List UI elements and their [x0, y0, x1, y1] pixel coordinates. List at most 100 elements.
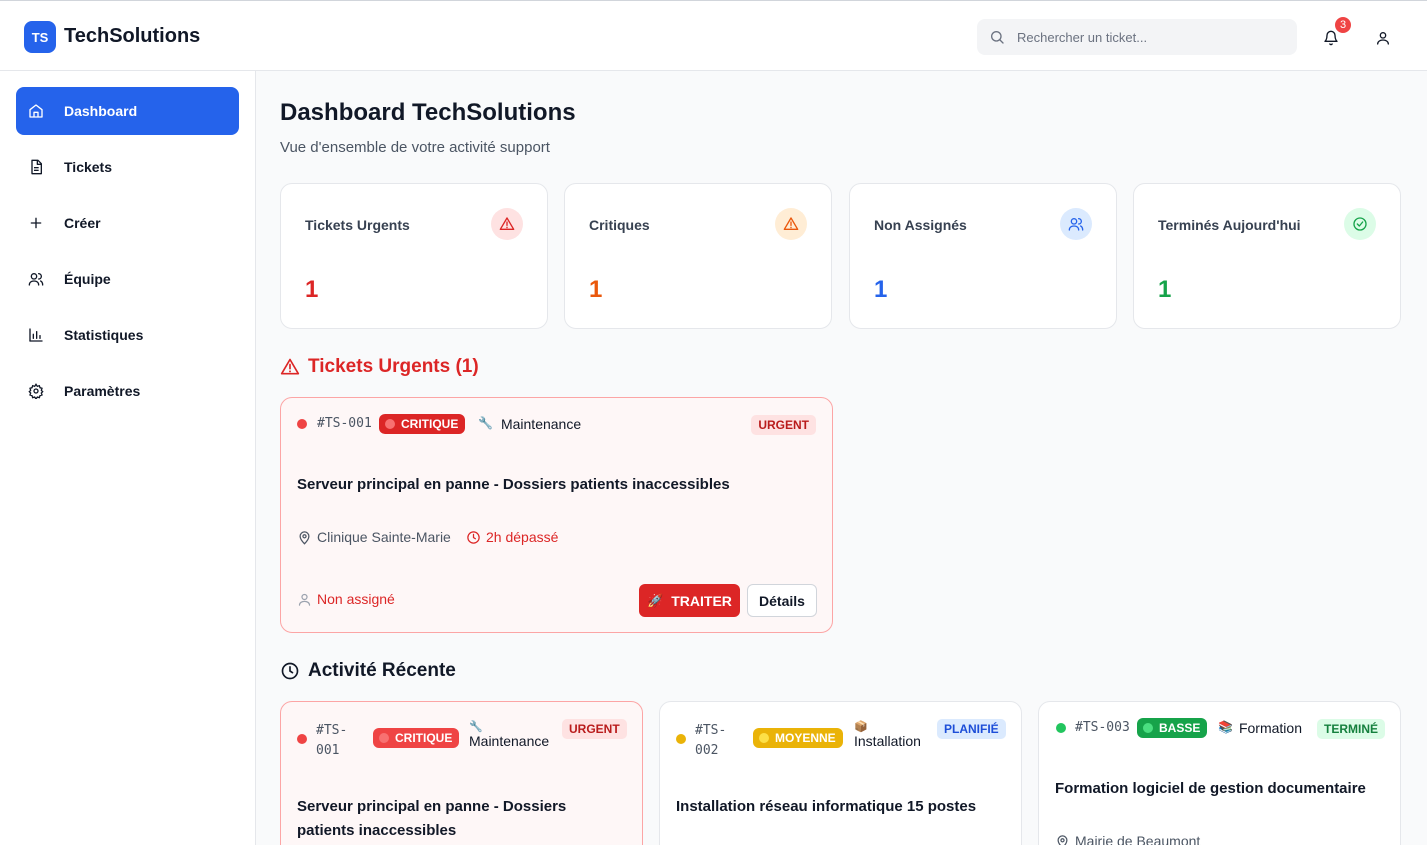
sidebar-item-label: Statistiques	[64, 327, 144, 343]
stat-icon-wrapper	[775, 208, 807, 240]
users-icon	[28, 273, 44, 286]
user-icon	[298, 593, 311, 606]
urgent-section-title: Tickets Urgents (1)	[280, 356, 479, 378]
stat-card-unassigned[interactable]: Non Assignés 1	[849, 183, 1117, 329]
category-label: Formation	[1238, 720, 1302, 736]
books-icon: 📚	[1218, 720, 1233, 734]
ticket-category: 📦 Installation	[854, 720, 921, 749]
category-label: Maintenance	[469, 733, 550, 749]
priority-label: CRITIQUE	[395, 731, 453, 745]
ticket-id-part: 002	[695, 743, 719, 758]
ticket-title[interactable]: Installation réseau informatique 15 post…	[676, 795, 976, 819]
user-icon	[1377, 32, 1389, 45]
priority-pill: BASSE	[1137, 718, 1208, 738]
priority-pill: CRITIQUE	[373, 728, 460, 748]
ticket-title[interactable]: Serveur principal en panne - Dossiers pa…	[297, 473, 730, 497]
time-label: 2h dépassé	[486, 529, 559, 545]
stat-value: 1	[1158, 276, 1172, 303]
sidebar-item-label: Dashboard	[64, 103, 138, 119]
stat-icon-wrapper	[1060, 208, 1092, 240]
recent-ticket-card[interactable]: #TS- 001 CRITIQUE 🔧 Maintenance URGENT S…	[280, 701, 643, 845]
priority-pill: MOYENNE	[753, 728, 843, 748]
sidebar-item-dashboard[interactable]: Dashboard	[16, 87, 239, 135]
ticket-category: 🔧 Maintenance	[478, 416, 581, 432]
alert-triangle-icon	[783, 217, 799, 230]
category-label: Installation	[854, 733, 921, 749]
clock-icon	[281, 662, 299, 680]
ticket-assignee: Non assigné	[297, 591, 395, 607]
ticket-category: 📚 Formation	[1218, 720, 1302, 736]
section-title-text: Tickets Urgents (1)	[308, 356, 479, 377]
sidebar-item-creer[interactable]: Créer	[16, 199, 239, 247]
bar-chart-icon	[29, 328, 43, 342]
urgent-ticket-card[interactable]: #TS-001 CRITIQUE 🔧 Maintenance URGENT Se…	[280, 397, 833, 633]
location-label: Clinique Sainte-Marie	[317, 529, 451, 545]
ticket-title[interactable]: Serveur principal en panne - Dossiers pa…	[297, 795, 566, 843]
red-circle-icon	[379, 733, 389, 743]
document-icon	[31, 159, 42, 175]
button-label: TRAITER	[671, 592, 732, 609]
notification-count-badge: 3	[1333, 15, 1353, 35]
sidebar-item-label: Tickets	[64, 159, 112, 175]
status-badge: PLANIFIÉ	[937, 719, 1006, 739]
ticket-title-line: patients inaccessibles	[297, 822, 457, 839]
sidebar-item-statistiques[interactable]: Statistiques	[16, 311, 239, 359]
sidebar-item-label: Paramètres	[64, 383, 141, 399]
top-header: TS TechSolutions 3	[0, 0, 1427, 71]
page-title: Dashboard TechSolutions	[280, 99, 576, 126]
gear-icon	[28, 383, 44, 399]
sidebar: Dashboard Tickets Créer Équipe Statistiq…	[0, 71, 256, 845]
status-badge: URGENT	[562, 719, 627, 739]
ticket-id: #TS- 001	[316, 721, 347, 761]
stat-value: 1	[305, 276, 319, 303]
app-name[interactable]: TechSolutions	[64, 25, 200, 48]
alert-triangle-icon	[280, 358, 300, 375]
status-badge: TERMINÉ	[1317, 719, 1385, 739]
ticket-category: 🔧 Maintenance	[469, 720, 549, 749]
sidebar-item-label: Créer	[64, 215, 101, 231]
yellow-circle-icon	[759, 733, 769, 743]
priority-dot	[676, 734, 686, 744]
user-menu-button[interactable]	[1372, 27, 1394, 49]
stat-label: Non Assignés	[874, 217, 967, 233]
stat-value: 1	[874, 276, 888, 303]
search-box[interactable]	[977, 19, 1297, 55]
priority-pill: CRITIQUE	[379, 414, 466, 434]
ticket-title-line: Serveur principal en panne - Dossiers	[297, 798, 567, 815]
sidebar-item-equipe[interactable]: Équipe	[16, 255, 239, 303]
green-circle-icon	[1143, 723, 1153, 733]
recent-ticket-card[interactable]: #TS- 002 MOYENNE 📦 Installation PLANIFIÉ…	[659, 701, 1022, 845]
package-icon: 📦	[854, 721, 868, 733]
ticket-location: Mairie de Beaumont	[1055, 833, 1200, 845]
ticket-id-part: #TS-	[695, 723, 727, 738]
logo-badge[interactable]: TS	[24, 21, 56, 53]
priority-dot	[297, 419, 307, 429]
alert-triangle-icon	[499, 217, 515, 230]
recent-ticket-card[interactable]: #TS-003 BASSE 📚 Formation TERMINÉ Format…	[1038, 701, 1401, 845]
users-icon	[1068, 218, 1084, 231]
ticket-id: #TS-003	[1075, 720, 1130, 735]
stat-card-urgent[interactable]: Tickets Urgents 1	[280, 183, 548, 329]
map-pin-icon	[1057, 834, 1068, 845]
ticket-title[interactable]: Formation logiciel de gestion documentai…	[1055, 777, 1366, 801]
priority-label: MOYENNE	[775, 731, 836, 745]
check-circle-icon	[1353, 217, 1367, 231]
stat-card-done-today[interactable]: Terminés Aujourd'hui 1	[1133, 183, 1401, 329]
logo-initials: TS	[31, 29, 49, 45]
recent-section-title: Activité Récente	[280, 660, 456, 682]
search-input[interactable]	[1017, 29, 1277, 45]
rocket-icon: 🚀	[647, 592, 664, 608]
stat-card-critical[interactable]: Critiques 1	[564, 183, 832, 329]
stat-value: 1	[589, 276, 603, 303]
sidebar-item-label: Équipe	[64, 271, 111, 287]
stat-icon-wrapper	[491, 208, 523, 240]
sidebar-item-parametres[interactable]: Paramètres	[16, 367, 239, 415]
traiter-button[interactable]: 🚀 TRAITER	[639, 584, 740, 617]
sidebar-item-tickets[interactable]: Tickets	[16, 143, 239, 191]
priority-dot	[1056, 723, 1066, 733]
details-button[interactable]: Détails	[747, 584, 817, 617]
assignee-label: Non assigné	[317, 591, 395, 607]
plus-icon	[30, 217, 42, 229]
wrench-icon: 🔧	[478, 416, 493, 430]
page-subtitle: Vue d'ensemble de votre activité support	[280, 139, 550, 156]
